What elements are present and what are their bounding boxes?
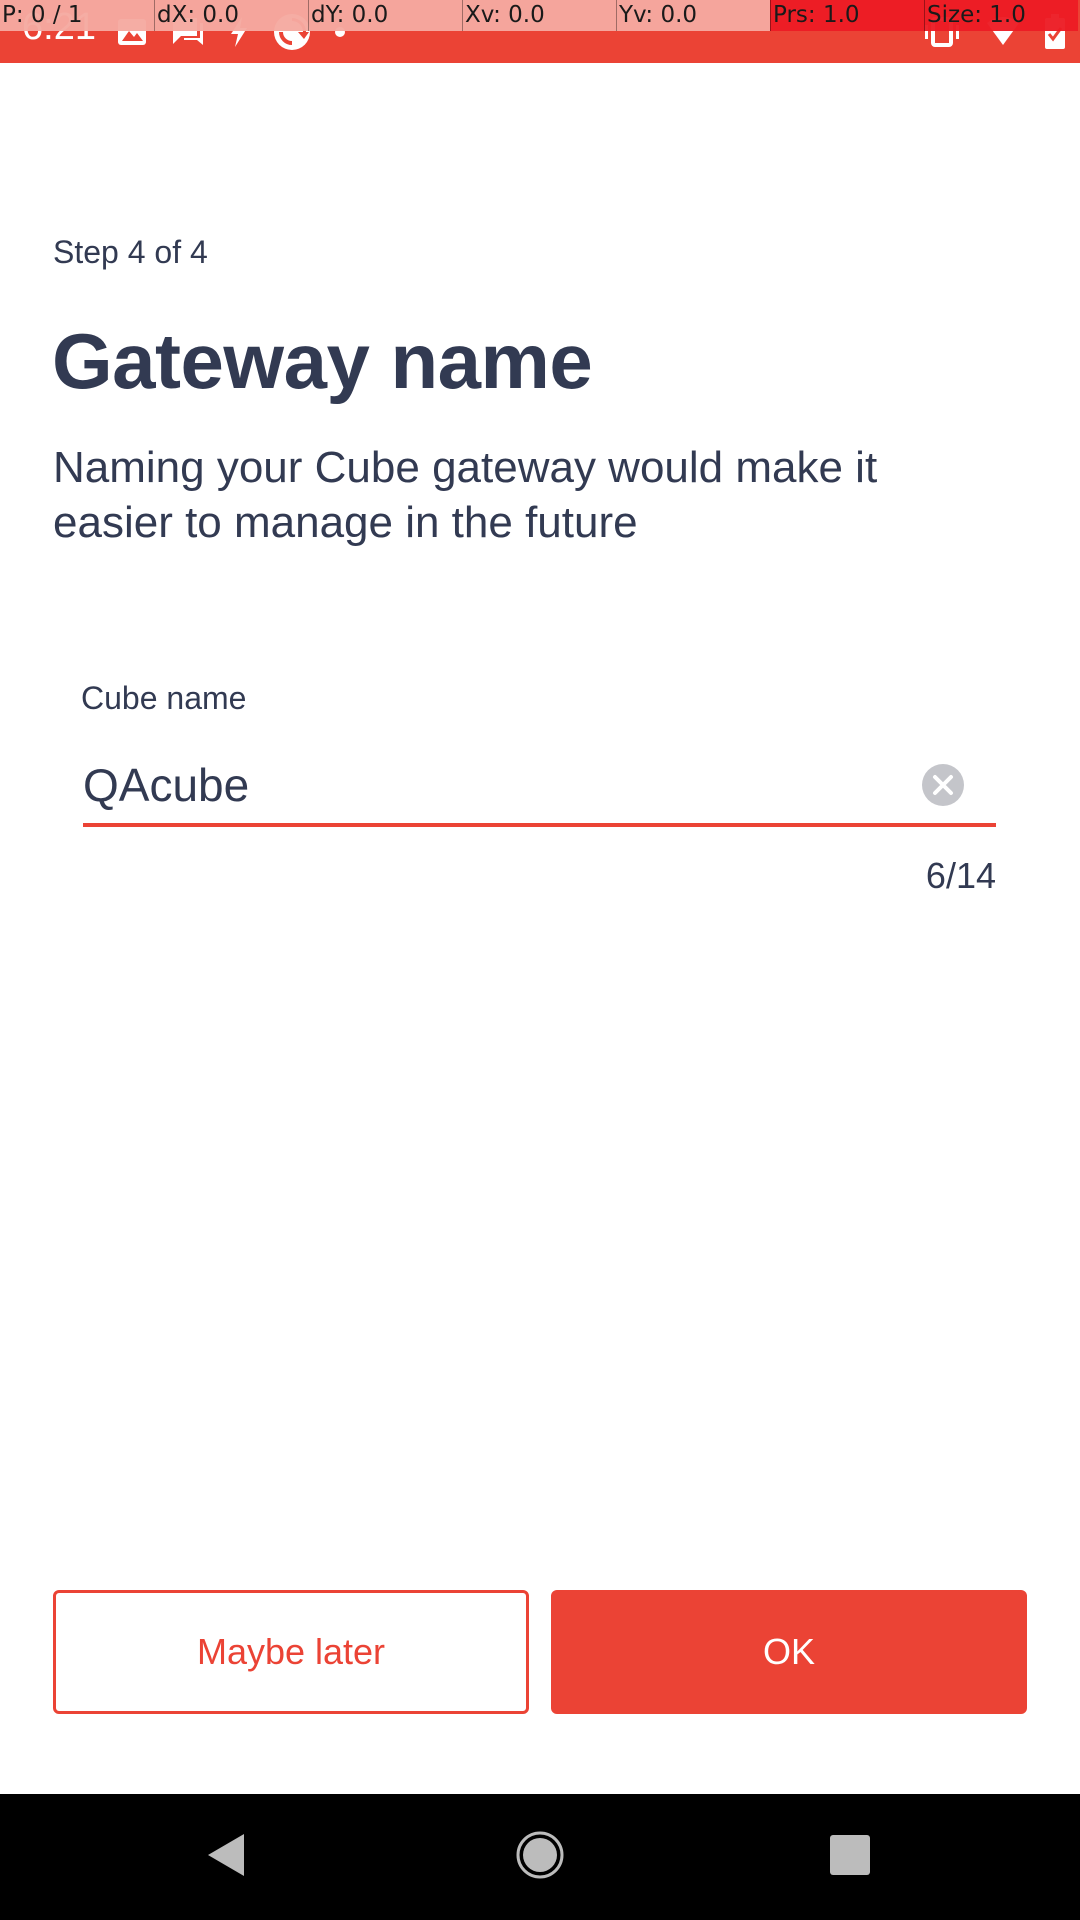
maybe-later-button[interactable]: Maybe later (53, 1590, 529, 1714)
character-counter: 6/14 (925, 855, 996, 896)
clear-text-button[interactable] (921, 763, 965, 807)
overlay-pressure: Prs: 1.0 (770, 0, 924, 31)
overlay-dx: dX: 0.0 (154, 0, 308, 31)
ok-button[interactable]: OK (551, 1590, 1027, 1714)
recents-square-icon (830, 1834, 870, 1880)
cube-name-label: Cube name (81, 680, 247, 716)
home-circle-icon (515, 1830, 565, 1885)
nav-recents-button[interactable] (818, 1825, 882, 1889)
overlay-xv: Xv: 0.0 (462, 0, 616, 31)
page-description: Naming your Cube gateway would make it e… (53, 443, 878, 547)
back-triangle-icon (204, 1831, 248, 1884)
overlay-pointer-count: P: 0 / 1 (0, 0, 154, 31)
page-title: Gateway name (52, 317, 593, 405)
clear-circle-icon (921, 763, 965, 807)
navigation-bar (0, 1794, 1080, 1920)
cube-name-input[interactable] (83, 752, 913, 818)
nav-home-button[interactable] (508, 1825, 572, 1889)
overlay-dy: dY: 0.0 (308, 0, 462, 31)
overlay-size: Size: 1.0 (924, 0, 1078, 31)
pointer-location-overlay: P: 0 / 1 dX: 0.0 dY: 0.0 Xv: 0.0 Yv: 0.0… (0, 0, 1080, 31)
nav-back-button[interactable] (194, 1825, 258, 1889)
step-indicator: Step 4 of 4 (53, 234, 208, 270)
overlay-yv: Yv: 0.0 (616, 0, 770, 31)
input-underline (83, 823, 996, 827)
